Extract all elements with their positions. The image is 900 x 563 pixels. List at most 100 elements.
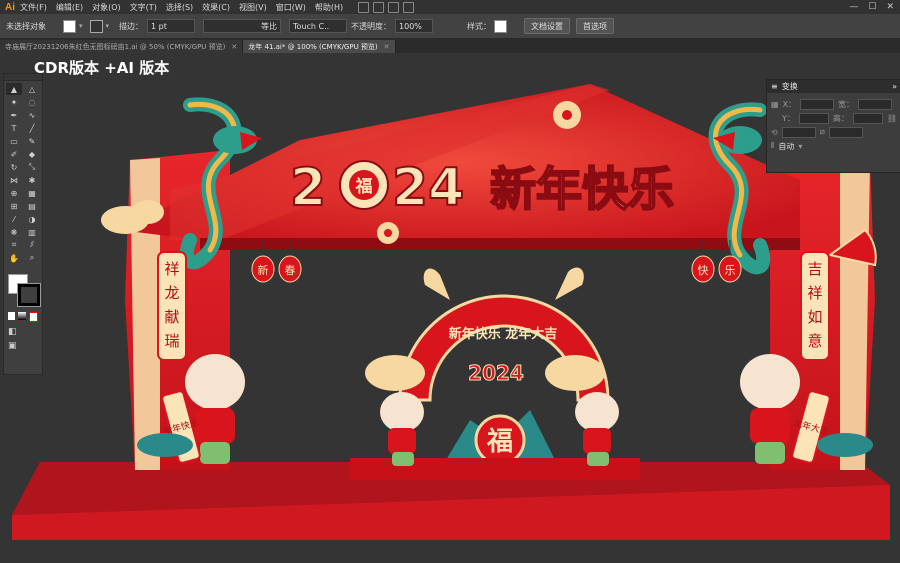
bridge-icon[interactable] xyxy=(358,1,370,13)
brush-select[interactable]: Touch C.. xyxy=(289,19,348,33)
couplet-left-char: 瑞 xyxy=(164,332,179,350)
w-label: 宽： xyxy=(838,99,855,109)
width-tool-icon[interactable]: ⋈ xyxy=(6,174,22,186)
selection-tool-icon[interactable]: ▲ xyxy=(6,83,22,95)
style-swatch[interactable] xyxy=(494,19,508,33)
shape-builder-icon[interactable]: ⊕ xyxy=(6,187,22,199)
opacity-label: 不透明度： xyxy=(351,21,392,31)
auto-select[interactable]: 自动 xyxy=(778,141,794,152)
stroke-color-box[interactable] xyxy=(18,284,40,306)
collapse-icon[interactable]: » xyxy=(892,82,897,91)
pine-right xyxy=(817,433,873,457)
menu-edit[interactable]: 编辑(E) xyxy=(56,2,83,13)
graph-tool-icon[interactable]: ▥ xyxy=(24,226,40,238)
y-label: Y： xyxy=(782,113,795,123)
shear-input[interactable] xyxy=(828,126,863,138)
zoom-tool-icon[interactable]: ⌕ xyxy=(24,252,40,264)
opacity-input[interactable]: 100% xyxy=(395,19,434,33)
pen-tool-icon[interactable]: ✒ xyxy=(6,109,22,121)
pine-left xyxy=(137,433,193,457)
eyedropper-icon[interactable]: ⁄ xyxy=(6,213,22,225)
stroke-label: 描边： xyxy=(119,21,144,31)
slice-tool-icon[interactable]: ⫽ xyxy=(24,239,40,251)
symbol-sprayer-icon[interactable]: ❋ xyxy=(6,226,22,238)
line-tool-icon[interactable]: ╱ xyxy=(24,122,40,134)
artboard-tool-icon[interactable]: ⌗ xyxy=(6,239,22,251)
puppet-warp-icon[interactable]: ✱ xyxy=(24,174,40,186)
close-button[interactable]: ✕ xyxy=(886,2,894,12)
curvature-tool-icon[interactable]: ∿ xyxy=(24,109,40,121)
align-icon[interactable]: ⫴ xyxy=(771,141,774,151)
draw-mode-icon[interactable]: ◧ xyxy=(4,324,42,340)
tab-label: 龙年 41.ai* @ 100% (CMYK/GPU 预览) xyxy=(248,42,378,51)
screen-mode-icon[interactable]: ▣ xyxy=(4,340,42,352)
y-input[interactable] xyxy=(798,112,829,124)
magic-wand-icon[interactable]: ✦ xyxy=(6,96,22,108)
couplet-right-char: 如 xyxy=(807,308,822,326)
mascot-center-left xyxy=(380,392,424,466)
perspective-grid-icon[interactable]: ▦ xyxy=(24,187,40,199)
fill-swatch[interactable] xyxy=(63,19,76,33)
maximize-button[interactable]: ☐ xyxy=(868,2,876,12)
gradient-mode-icon[interactable] xyxy=(18,312,26,320)
transform-panel-title: 变换 xyxy=(781,82,798,91)
stroke-profile-select[interactable]: 等比 xyxy=(203,19,282,33)
eraser-icon[interactable]: ◆ xyxy=(24,148,40,160)
close-icon[interactable]: ✕ xyxy=(231,43,237,51)
menu-effect[interactable]: 效果(C) xyxy=(202,2,230,13)
menu-help[interactable]: 帮助(H) xyxy=(315,2,343,13)
stock-icon[interactable] xyxy=(373,1,385,13)
mesh-tool-icon[interactable]: ⊞ xyxy=(6,200,22,212)
close-icon[interactable]: ✕ xyxy=(384,43,390,51)
minimize-button[interactable]: — xyxy=(849,2,858,12)
window-controls: — ☐ ✕ xyxy=(849,0,894,14)
rotate-icon[interactable]: ⟲ xyxy=(771,128,778,137)
artboard-canvas[interactable]: 2 福 24 新年快乐 新 春 快 乐 祥 龙 献 瑞 吉 祥 如 意 新年快乐… xyxy=(0,53,900,563)
menu-view[interactable]: 视图(V) xyxy=(239,2,267,13)
stroke-weight-input[interactable]: 1 pt xyxy=(147,19,196,33)
rotate-tool-icon[interactable]: ↻ xyxy=(6,161,22,173)
menu-file[interactable]: 文件(F) xyxy=(20,2,47,13)
menu-type[interactable]: 文字(T) xyxy=(130,2,157,13)
x-input[interactable] xyxy=(800,98,835,110)
lantern-text: 春 xyxy=(285,264,296,277)
chevron-down-icon[interactable]: ▾ xyxy=(79,22,83,30)
headline-text: 新年快乐 xyxy=(490,162,674,216)
link-icon[interactable]: ⛓ xyxy=(887,114,897,123)
chevron-down-icon[interactable]: ▾ xyxy=(798,142,802,151)
arch-text: 新年快乐 龙年大吉 xyxy=(449,326,558,342)
paintbrush-icon[interactable]: ✎ xyxy=(24,135,40,147)
mascot-center-right xyxy=(575,392,619,466)
hand-tool-icon[interactable]: ✋ xyxy=(6,252,22,264)
direct-selection-tool-icon[interactable]: △ xyxy=(24,83,40,95)
blend-tool-icon[interactable]: ◑ xyxy=(24,213,40,225)
lasso-icon[interactable]: ◌ xyxy=(24,96,40,108)
rectangle-tool-icon[interactable]: ▭ xyxy=(6,135,22,147)
gradient-tool-icon[interactable]: ▤ xyxy=(24,200,40,212)
menu-select[interactable]: 选择(S) xyxy=(166,2,193,13)
chevron-down-icon[interactable]: ▾ xyxy=(106,22,110,30)
stroke-swatch[interactable] xyxy=(89,19,103,33)
scale-tool-icon[interactable]: ⤡ xyxy=(24,161,40,173)
document-setup-button[interactable]: 文档设置 xyxy=(524,18,571,34)
arrange-icon[interactable] xyxy=(388,1,400,13)
none-mode-icon[interactable] xyxy=(28,312,38,322)
menu-window[interactable]: 窗口(W) xyxy=(276,2,306,13)
tab-document-2[interactable]: 龙年 41.ai* @ 100% (CMYK/GPU 预览) ✕ xyxy=(243,40,396,53)
reference-point-icon[interactable]: ▦ xyxy=(771,100,779,109)
tab-document-1[interactable]: 寺庙展厅20231206朱红色无图标磅亩1.ai @ 50% (CMYK/GPU… xyxy=(0,40,244,53)
color-mode-icon[interactable] xyxy=(8,312,16,320)
height-input[interactable] xyxy=(852,112,883,124)
lantern-text: 快 xyxy=(698,264,709,277)
shear-icon[interactable]: ⧄ xyxy=(820,127,825,137)
panel-menu-icon[interactable]: ≡ xyxy=(771,82,778,91)
rotate-input[interactable] xyxy=(781,126,816,138)
type-tool-icon[interactable]: T xyxy=(6,122,22,134)
panel-grip[interactable] xyxy=(4,74,42,81)
document-tabs: 寺庙展厅20231206朱红色无图标磅亩1.ai @ 50% (CMYK/GPU… xyxy=(0,39,900,53)
menu-object[interactable]: 对象(O) xyxy=(92,2,121,13)
preferences-button[interactable]: 首选项 xyxy=(576,18,615,34)
width-input[interactable] xyxy=(858,98,893,110)
brush-icon[interactable] xyxy=(403,1,415,13)
shaper-tool-icon[interactable]: ✐ xyxy=(6,148,22,160)
